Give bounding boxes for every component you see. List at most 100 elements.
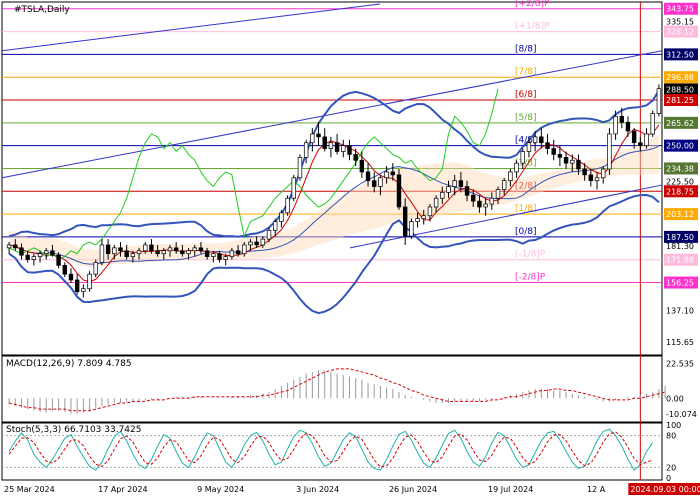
candle-body	[421, 215, 426, 220]
candle-body	[619, 116, 624, 123]
candle-body	[372, 180, 377, 187]
stoch-label: Stoch(5,3,3) 66.7103 33.7425	[6, 425, 141, 435]
panel-frames	[1, 1, 663, 481]
stoch-tick: 0	[666, 474, 671, 483]
price-tag: 187.50	[666, 233, 694, 242]
candle-body	[334, 142, 340, 152]
chart-canvas: [+2/8]P[+1/8]P[8/8][7/8][6/8][5/8][4/8][…	[1, 0, 700, 495]
candle-body	[143, 244, 148, 252]
macd-tick: 22.535	[666, 359, 694, 368]
candle-body	[130, 253, 136, 257]
candle-body	[365, 171, 371, 182]
time-tick: 19 Jul 2024	[488, 485, 533, 494]
candle-body	[532, 136, 538, 144]
candle-body	[601, 168, 606, 179]
candle-body	[570, 159, 575, 164]
candle-body	[248, 241, 253, 246]
stoch-signal-line	[8, 431, 653, 468]
candle-body	[483, 203, 488, 208]
candle-body	[254, 241, 259, 246]
candle-body	[62, 265, 67, 275]
candle-body	[402, 206, 408, 237]
candle-body	[211, 253, 216, 257]
candle-body	[303, 142, 309, 158]
candle-body	[390, 171, 395, 176]
candle-body	[87, 273, 92, 290]
candle-body	[539, 136, 544, 144]
candle-body	[260, 238, 266, 246]
time-tick: 9 May 2024	[197, 485, 244, 494]
candle-body	[576, 159, 581, 170]
candle-body	[328, 142, 334, 149]
candle-body	[508, 171, 513, 182]
price-tag: 328.12	[666, 28, 694, 37]
candle-body	[192, 247, 197, 252]
price-tag: 171.88	[666, 256, 694, 265]
candle-body	[440, 192, 445, 199]
macd-tick: 0.00	[666, 394, 684, 403]
time-tick: 17 Apr 2024	[98, 485, 147, 494]
candle-body	[112, 247, 117, 255]
candle-body	[25, 254, 30, 260]
candle-body	[186, 250, 191, 255]
time-axis: 25 Mar 2024 17 Apr 2024 9 May 2024 3 Jun 20…	[4, 483, 700, 495]
candle-body	[99, 244, 105, 263]
candle-body	[297, 156, 303, 179]
candle-body	[427, 206, 433, 217]
murrey-label: [5/8]	[515, 113, 537, 123]
price-tick: 225.50	[666, 177, 694, 186]
trend-line-middle	[1, 50, 663, 179]
candle-body	[149, 244, 154, 252]
candle-body	[551, 148, 556, 155]
murrey-label: [8/8]	[515, 44, 537, 54]
candle-body	[514, 162, 519, 173]
candle-body	[155, 250, 160, 255]
candle-body	[204, 250, 210, 257]
stoch-tick: 20	[666, 463, 676, 472]
candle-body	[291, 177, 296, 199]
candle-body	[124, 250, 129, 257]
candle-body	[31, 256, 37, 260]
candle-body	[359, 159, 365, 173]
candle-body	[136, 250, 142, 255]
price-tag: 343.75	[666, 5, 694, 14]
candle-body	[594, 177, 600, 182]
candle-body	[501, 180, 507, 190]
candle-body	[341, 145, 346, 152]
candle-body	[242, 244, 247, 255]
candle-body	[415, 218, 420, 222]
candle-body	[56, 254, 61, 266]
murrey-label: [0/8]	[515, 227, 537, 237]
candle-body	[74, 279, 80, 293]
candle-body	[44, 250, 49, 255]
candle-body	[118, 247, 123, 252]
candle-body	[93, 262, 98, 275]
candle-body	[650, 113, 655, 135]
murrey-label: [-2/8]P	[515, 273, 546, 283]
price-axis: 343.75 335.15 328.12 312.50 296.88 288.50 281.…	[664, 2, 698, 483]
price-tick: 181.30	[666, 242, 694, 251]
candle-body	[50, 250, 55, 256]
candle-body	[396, 174, 402, 208]
candle-body	[625, 121, 631, 132]
price-tag: 156.25	[666, 279, 694, 288]
candle-body	[310, 133, 315, 144]
candle-body	[229, 250, 235, 257]
price-tag: 234.38	[666, 164, 694, 173]
candle-body	[266, 229, 272, 240]
candle-body	[198, 247, 204, 252]
candle-body	[322, 136, 327, 149]
macd-tick: -10.074	[666, 410, 697, 419]
price-tag: 281.25	[666, 96, 694, 105]
time-tick: 3 Jun 2024	[296, 485, 339, 494]
candle-body	[464, 186, 470, 196]
price-tag: 265.62	[666, 119, 694, 128]
candle-body	[37, 253, 43, 257]
candle-body	[285, 197, 290, 214]
candle-body	[588, 174, 594, 182]
candle-body	[495, 189, 501, 199]
price-tag: 288.50	[666, 85, 694, 94]
symbol-label: #TSLA,Daily	[14, 5, 70, 15]
candle-body	[607, 133, 612, 170]
candle-body	[452, 180, 457, 187]
